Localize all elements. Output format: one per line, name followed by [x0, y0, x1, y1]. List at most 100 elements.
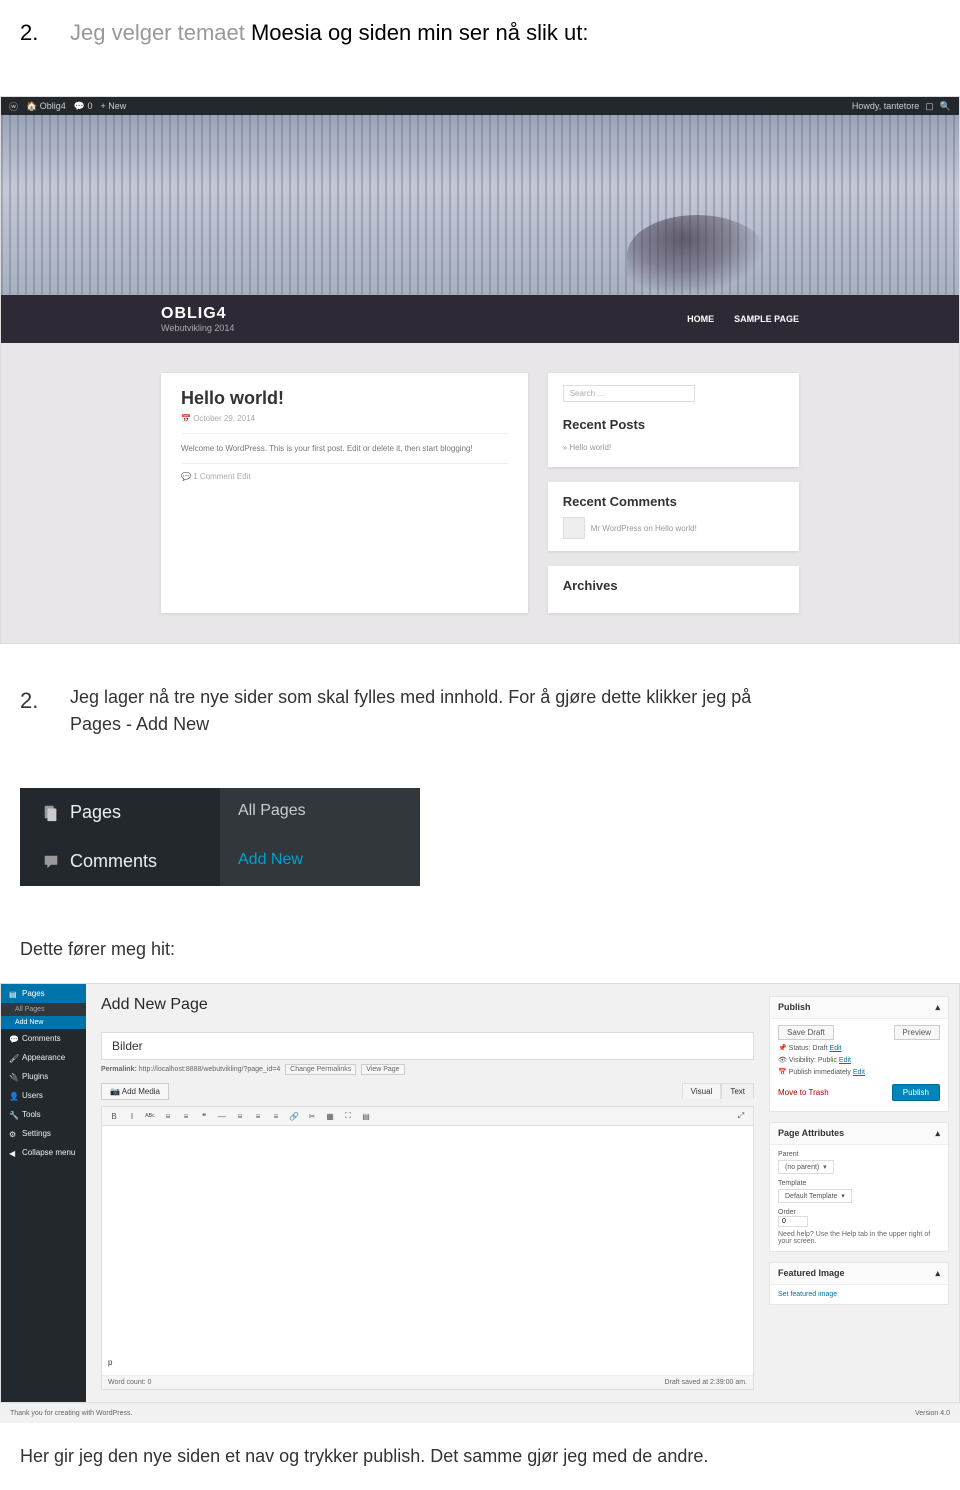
- comments-icon: 💬: [9, 1035, 17, 1043]
- path-indicator: p: [108, 1358, 112, 1367]
- screenshot-pages-menu-wrap: Pages All Pages Comments Add New: [0, 788, 960, 906]
- preview-button[interactable]: Preview: [894, 1025, 940, 1040]
- comments-link[interactable]: 💬 0: [74, 101, 93, 112]
- collapse-icon[interactable]: ▴: [935, 1268, 940, 1279]
- canvas-footer: Word count: 0 Draft saved at 2:39:00 am.: [102, 1375, 753, 1389]
- collapse-icon[interactable]: ▴: [935, 1128, 940, 1139]
- nav-sample[interactable]: SAMPLE PAGE: [734, 314, 799, 324]
- sb-add-new[interactable]: Add New: [1, 1016, 86, 1029]
- search-input[interactable]: Search …: [563, 385, 696, 402]
- publish-button[interactable]: Publish: [892, 1084, 940, 1101]
- main-column: Hello world! 📅 October 29, 2014 Welcome …: [161, 373, 528, 613]
- screenshot-3-wrapper: ▤Pages All Pages Add New 💬Comments 🖌Appe…: [0, 983, 960, 1423]
- heading-text: Jeg velger temaet Moesia og siden min se…: [70, 20, 588, 46]
- tb-hr[interactable]: —: [216, 1112, 228, 1121]
- sb-tools[interactable]: 🔧Tools: [1, 1105, 86, 1124]
- heading-number: 2.: [20, 684, 50, 738]
- sb-collapse[interactable]: ◀Collapse menu: [1, 1143, 86, 1162]
- tb-unlink[interactable]: ✂: [306, 1112, 318, 1121]
- parent-select[interactable]: (no parent) ▾: [778, 1160, 834, 1174]
- version-text: Version 4.0: [915, 1410, 950, 1417]
- view-page-button[interactable]: View Page: [361, 1064, 404, 1075]
- doc-para-3: Dette fører meg hit:: [0, 936, 960, 963]
- submenu-add-new[interactable]: Add New: [220, 837, 420, 886]
- editor-canvas[interactable]: p Word count: 0 Draft saved at 2:39:00 a…: [101, 1126, 754, 1390]
- sb-pages[interactable]: ▤Pages: [1, 984, 86, 1003]
- post-date: 📅 October 29, 2014: [181, 414, 508, 423]
- archives-heading: Archives: [563, 578, 784, 593]
- sb-appearance[interactable]: 🖌Appearance: [1, 1048, 86, 1067]
- recent-comment-item[interactable]: Mr WordPress on Hello world!: [563, 517, 784, 539]
- edit-status[interactable]: Edit: [830, 1045, 842, 1052]
- page-heading: Add New Page: [101, 996, 754, 1014]
- brand[interactable]: OBLIG4 Webutvikling 2014: [161, 305, 234, 333]
- attrs-body: Parent (no parent) ▾ Template Default Te…: [770, 1145, 948, 1251]
- collapse-icon: ◀: [9, 1149, 17, 1157]
- template-select[interactable]: Default Template ▾: [778, 1189, 852, 1203]
- tb-quote[interactable]: ❝: [198, 1112, 210, 1121]
- set-featured-link[interactable]: Set featured image: [778, 1291, 837, 1298]
- sb-plugins[interactable]: 🔌Plugins: [1, 1067, 86, 1086]
- screenshot-pages-menu: Pages All Pages Comments Add New: [20, 788, 420, 886]
- doc-heading-1: 2. Jeg velger temaet Moesia og siden min…: [0, 0, 960, 66]
- tb-fullscreen[interactable]: ⛶: [342, 1111, 354, 1121]
- menu-comments[interactable]: Comments: [20, 837, 220, 886]
- tb-align-center[interactable]: ≡: [252, 1112, 264, 1121]
- tb-toggle[interactable]: ▤: [360, 1112, 372, 1121]
- publish-body: Save Draft Preview 📌 Status: Draft Edit …: [770, 1019, 948, 1111]
- post-body: Welcome to WordPress. This is your first…: [181, 433, 508, 453]
- move-to-trash[interactable]: Move to Trash: [778, 1088, 829, 1097]
- save-draft-button[interactable]: Save Draft: [778, 1025, 834, 1040]
- adminbar-left: ⓦ 🏠 Oblig4 💬 0 + New: [9, 100, 126, 113]
- tb-strike[interactable]: ᴬᴮᶜ: [144, 1112, 156, 1121]
- tab-visual[interactable]: Visual: [682, 1083, 722, 1099]
- widget-recent-comments: Recent Comments Mr WordPress on Hello wo…: [548, 482, 799, 551]
- new-link[interactable]: + New: [100, 101, 126, 111]
- search-icon[interactable]: 🔍: [940, 101, 951, 112]
- tb-align-right[interactable]: ≡: [270, 1112, 282, 1121]
- tab-text[interactable]: Text: [721, 1083, 754, 1099]
- tb-more[interactable]: ▦: [324, 1112, 336, 1121]
- parent-label: Parent: [778, 1151, 940, 1158]
- add-media-button[interactable]: 📷 Add Media: [101, 1083, 169, 1100]
- page-attributes-box: Page Attributes▴ Parent (no parent) ▾ Te…: [769, 1122, 949, 1252]
- tb-align-left[interactable]: ≡: [234, 1112, 246, 1121]
- tb-ul[interactable]: ≡: [162, 1112, 174, 1121]
- heading-text: Jeg lager nå tre nye sider som skal fyll…: [70, 684, 751, 738]
- avatar-icon[interactable]: ▢: [925, 101, 934, 112]
- sb-users[interactable]: 👤Users: [1, 1086, 86, 1105]
- tb-ol[interactable]: ≡: [180, 1112, 192, 1121]
- recent-comments-heading: Recent Comments: [563, 494, 784, 509]
- change-permalinks-button[interactable]: Change Permalinks: [285, 1064, 356, 1075]
- schedule-line: 📅 Publish immediately Edit: [778, 1068, 940, 1076]
- wp-logo-icon[interactable]: ⓦ: [9, 100, 18, 113]
- editor-header: Add New Page: [101, 996, 754, 1014]
- nav-home[interactable]: HOME: [687, 314, 714, 324]
- edit-visibility[interactable]: Edit: [839, 1057, 851, 1064]
- title-input[interactable]: Bilder: [101, 1032, 754, 1060]
- order-input[interactable]: [778, 1216, 808, 1227]
- sb-settings[interactable]: ⚙Settings: [1, 1124, 86, 1143]
- tb-expand-icon[interactable]: ⤢: [735, 1111, 747, 1121]
- collapse-icon[interactable]: ▴: [935, 1002, 940, 1013]
- word-count: Word count: 0: [108, 1379, 151, 1386]
- status-line: 📌 Status: Draft Edit: [778, 1044, 940, 1052]
- submenu-all-pages[interactable]: All Pages: [220, 788, 420, 837]
- greeting[interactable]: Howdy, tantetore: [852, 101, 919, 111]
- screenshot-wp-frontend: ⓦ 🏠 Oblig4 💬 0 + New Howdy, tantetore ▢ …: [0, 96, 960, 644]
- editor-right-column: Publish ▴ Save Draft Preview 📌 Status: Dr…: [769, 984, 959, 1402]
- tools-icon: 🔧: [9, 1111, 17, 1119]
- site-link[interactable]: 🏠 Oblig4: [26, 101, 66, 112]
- nav-links: HOME SAMPLE PAGE: [687, 314, 799, 324]
- sb-all-pages[interactable]: All Pages: [1, 1003, 86, 1016]
- post-title[interactable]: Hello world!: [181, 388, 508, 409]
- tb-italic[interactable]: I: [126, 1112, 138, 1121]
- edit-schedule[interactable]: Edit: [853, 1069, 865, 1076]
- template-label: Template: [778, 1180, 940, 1187]
- tb-link[interactable]: 🔗: [288, 1112, 300, 1121]
- recent-post-item[interactable]: » Hello world!: [563, 440, 784, 455]
- sidebar-column: Search … Recent Posts » Hello world! Rec…: [548, 373, 799, 613]
- menu-pages[interactable]: Pages: [20, 788, 220, 837]
- sb-comments[interactable]: 💬Comments: [1, 1029, 86, 1048]
- tb-bold[interactable]: B: [108, 1112, 120, 1121]
